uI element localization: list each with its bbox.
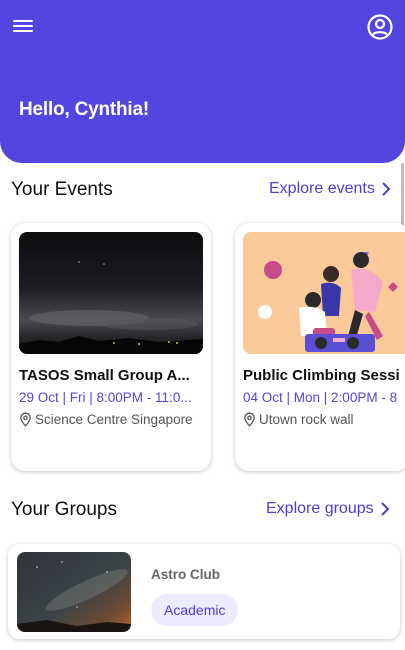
event-image-night-sky bbox=[19, 232, 203, 354]
events-section-title: Your Events bbox=[11, 179, 113, 200]
group-image-milky-way bbox=[17, 552, 131, 632]
event-title: TASOS Small Group A... bbox=[19, 367, 190, 384]
event-date: 29 Oct | Fri | 8:00PM - 11:0... bbox=[19, 390, 192, 405]
event-location: Science Centre Singapore bbox=[19, 412, 211, 427]
groups-section-title: Your Groups bbox=[11, 499, 117, 520]
chevron-right-icon bbox=[380, 502, 390, 516]
explore-groups-link[interactable]: Explore groups bbox=[266, 500, 390, 518]
group-card[interactable]: Astro Club Academic bbox=[8, 544, 400, 639]
event-location-label: Utown rock wall bbox=[259, 412, 354, 427]
event-date: 04 Oct | Mon | 2:00PM - 8 bbox=[243, 390, 398, 405]
event-title: Public Climbing Sessi bbox=[243, 367, 400, 384]
event-card[interactable]: TASOS Small Group A... 29 Oct | Fri | 8:… bbox=[11, 223, 211, 471]
event-location-label: Science Centre Singapore bbox=[35, 412, 193, 427]
chevron-right-icon bbox=[382, 182, 391, 196]
explore-groups-label: Explore groups bbox=[266, 500, 374, 517]
location-pin-icon bbox=[20, 412, 31, 427]
group-category-tag: Academic bbox=[151, 594, 239, 626]
explore-events-link[interactable]: Explore events bbox=[269, 180, 391, 198]
greeting-title: Hello, Cynthia! bbox=[19, 99, 150, 120]
header-banner: Hello, Cynthia! bbox=[0, 0, 405, 163]
location-pin-icon bbox=[244, 412, 255, 427]
event-image-party-illustration bbox=[243, 232, 405, 354]
account-circle-icon[interactable] bbox=[366, 13, 394, 41]
group-name: Astro Club bbox=[151, 567, 220, 582]
explore-events-label: Explore events bbox=[269, 180, 375, 197]
hamburger-menu-icon[interactable] bbox=[13, 17, 33, 35]
event-card[interactable]: Public Climbing Sessi 04 Oct | Mon | 2:0… bbox=[235, 223, 405, 471]
event-location: Utown rock wall bbox=[243, 412, 405, 427]
